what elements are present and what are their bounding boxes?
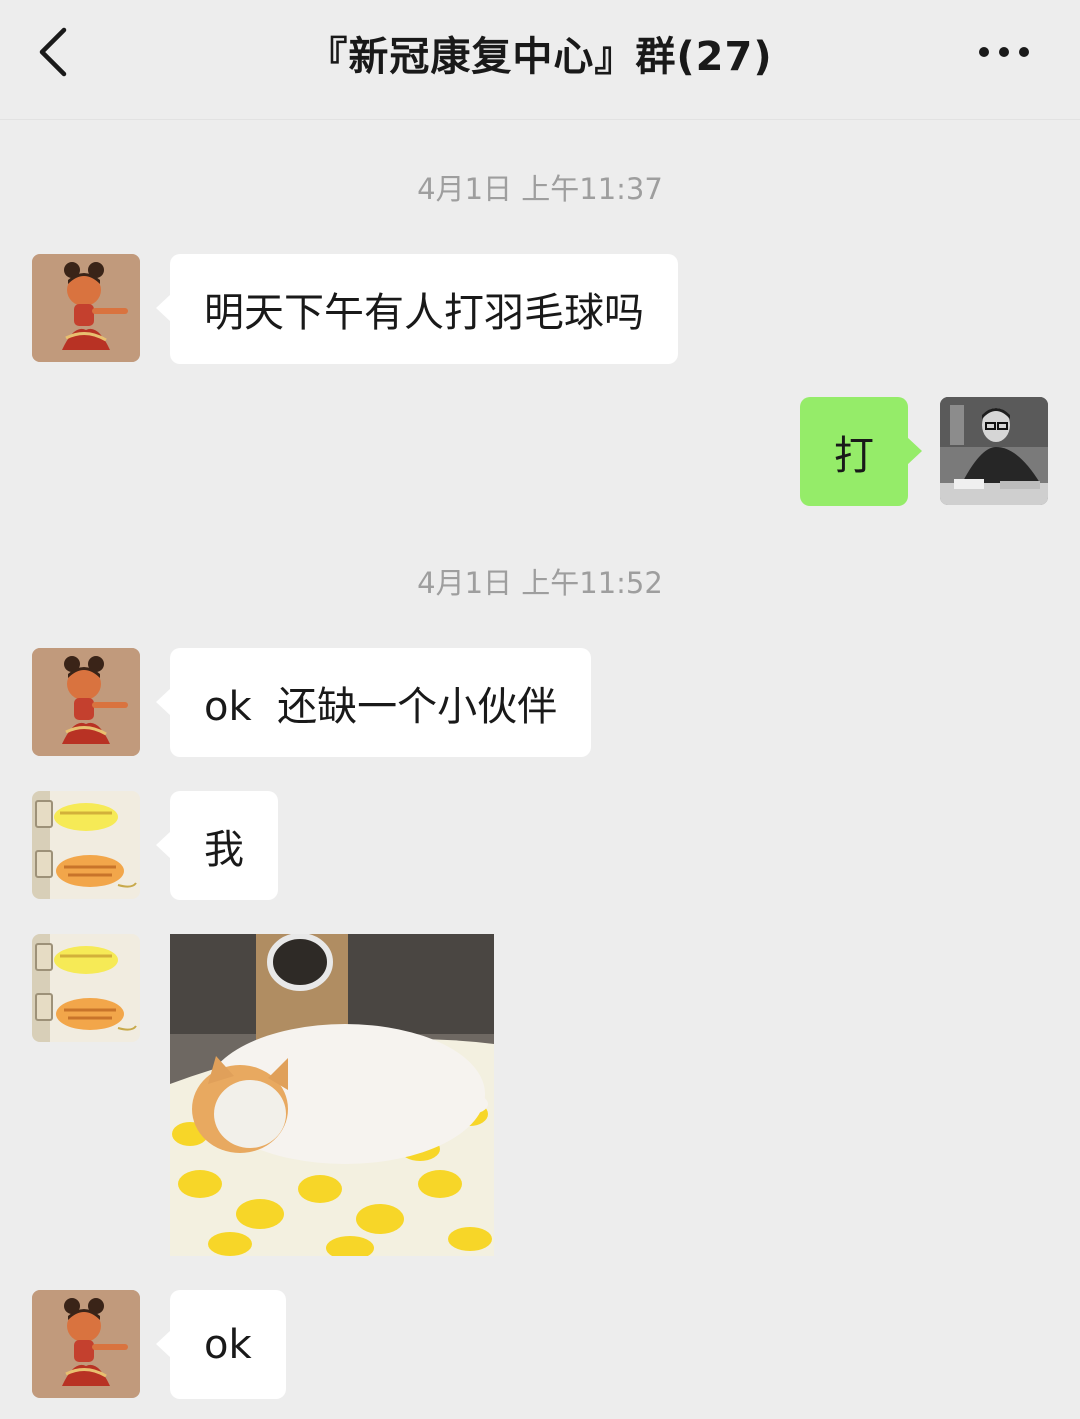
message-text: ok (204, 1321, 252, 1368)
timestamp: 4月1日 上午11:37 (417, 172, 663, 206)
nezha-avatar-icon (32, 1290, 140, 1398)
more-options-icon[interactable] (976, 44, 1032, 60)
avatar-self[interactable] (940, 397, 1048, 505)
nezha-avatar-icon (32, 648, 140, 756)
cat-on-pillow-image (170, 934, 494, 1256)
message-bubble[interactable]: ok 还缺一个小伙伴 (155, 648, 592, 757)
avatar-cat-socket[interactable] (32, 934, 140, 1042)
avatar-cat-socket[interactable] (32, 791, 140, 899)
avatar-nezha[interactable] (32, 1290, 140, 1398)
message-bubble[interactable]: ok (156, 1290, 286, 1399)
avatar-nezha[interactable] (32, 648, 140, 756)
message-text: ok 还缺一个小伙伴 (204, 683, 558, 730)
chat-header: 『新冠康复中心』群(27) (0, 0, 1080, 120)
message-text: 我 (204, 826, 244, 873)
cat-socket-avatar-icon (32, 791, 140, 899)
message-bubble[interactable]: 我 (156, 791, 278, 900)
message-bubble[interactable]: 明天下午有人打羽毛球吗 (156, 254, 678, 364)
avatar-nezha[interactable] (32, 254, 140, 362)
message-text: 明天下午有人打羽毛球吗 (204, 290, 644, 336)
chat-title: 『新冠康复中心』群(27) (307, 34, 773, 80)
cat-socket-avatar-icon (32, 934, 140, 1042)
message-bubble-self[interactable]: 打 (800, 397, 922, 506)
man-writing-avatar-icon (940, 397, 1048, 505)
message-text: 打 (834, 432, 874, 479)
sticker-image-cat-on-pillow[interactable] (170, 934, 494, 1256)
nezha-avatar-icon (32, 254, 140, 362)
timestamp: 4月1日 上午11:52 (417, 566, 663, 600)
